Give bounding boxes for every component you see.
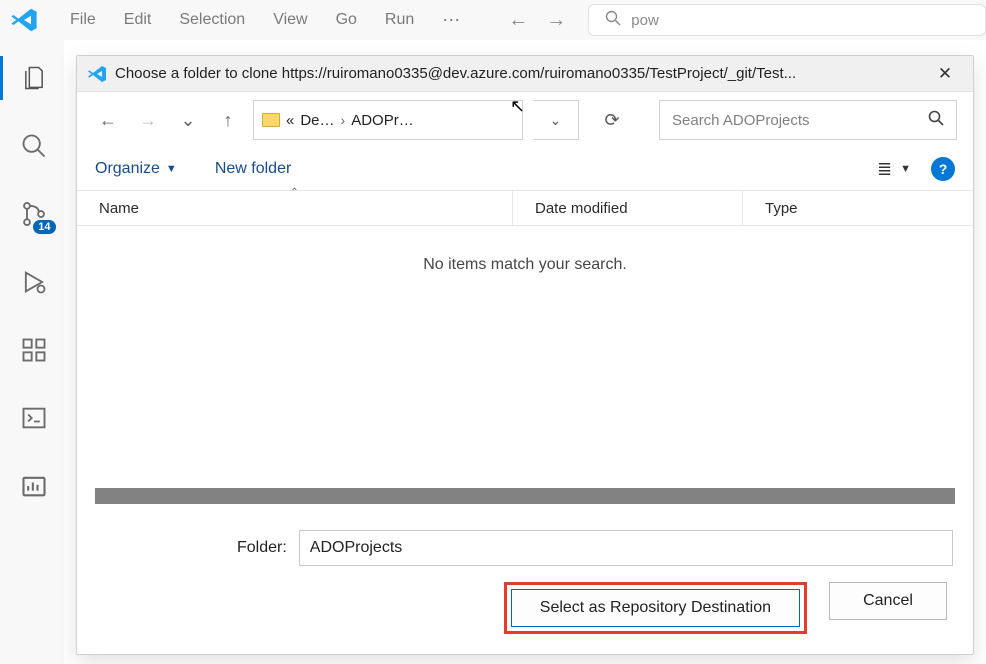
breadcrumb-seg1[interactable]: De…	[300, 112, 334, 129]
dialog-footer: Folder: Select as Repository Destination…	[77, 520, 973, 654]
menu-edit[interactable]: Edit	[110, 5, 166, 35]
annotation-highlight: Select as Repository Destination	[504, 582, 807, 634]
empty-state-message: No items match your search.	[423, 256, 627, 274]
sort-indicator-icon: ⌃	[290, 187, 298, 198]
nav-forward-icon[interactable]: →	[546, 9, 566, 32]
column-date-modified[interactable]: Date modified	[513, 191, 743, 225]
close-button[interactable]: ✕	[927, 59, 963, 89]
activity-bar: 14	[0, 40, 64, 664]
menu-more-icon[interactable]: ⋯	[428, 4, 474, 37]
search-placeholder-text: pow	[631, 12, 659, 29]
run-debug-icon[interactable]	[18, 266, 50, 298]
address-dropdown-button[interactable]: ⌄	[533, 100, 579, 140]
address-row: ← → ⌄ ↑ « De… › ADOPr… ⌄ ⟳ Search ADOPro…	[77, 92, 973, 148]
nav-forward-button[interactable]: →	[133, 105, 163, 135]
dialog-search-input[interactable]: Search ADOProjects	[659, 100, 957, 140]
folder-chooser-dialog: Choose a folder to clone https://ruiroma…	[76, 55, 974, 655]
menu-run[interactable]: Run	[371, 5, 428, 35]
vscode-menubar: File Edit Selection View Go Run ⋯ ← → po…	[0, 0, 986, 40]
file-list-body: No items match your search.	[77, 226, 973, 488]
search-placeholder: Search ADOProjects	[672, 112, 810, 129]
search-icon	[928, 110, 944, 130]
breadcrumb-ellipsis[interactable]: «	[286, 112, 294, 129]
menu-view[interactable]: View	[259, 5, 321, 35]
menu-file[interactable]: File	[56, 5, 110, 35]
organize-button[interactable]: Organize▼	[95, 160, 177, 178]
dialog-title: Choose a folder to clone https://ruiroma…	[115, 65, 927, 82]
address-breadcrumbs[interactable]: « De… › ADOPr…	[253, 100, 523, 140]
dialog-toolbar: Organize▼ New folder ≣ ▼ ?	[77, 148, 973, 190]
column-headers: Name ⌃ Date modified Type	[77, 190, 973, 226]
extensions-icon[interactable]	[18, 334, 50, 366]
nav-back-icon[interactable]: ←	[508, 9, 528, 32]
chevron-down-icon: ▼	[166, 163, 177, 175]
terminal-panel-icon[interactable]	[18, 402, 50, 434]
cancel-button[interactable]: Cancel	[829, 582, 947, 620]
folder-label: Folder:	[237, 539, 287, 557]
search-activity-icon[interactable]	[18, 130, 50, 162]
folder-icon	[262, 113, 280, 127]
refresh-button[interactable]: ⟳	[589, 100, 635, 140]
explorer-icon[interactable]	[18, 62, 50, 94]
menu-selection[interactable]: Selection	[165, 5, 259, 35]
dialog-titlebar: Choose a folder to clone https://ruiroma…	[77, 56, 973, 92]
view-mode-button[interactable]: ≣ ▼	[877, 159, 911, 180]
select-destination-button[interactable]: Select as Repository Destination	[511, 589, 800, 627]
horizontal-scrollbar[interactable]	[95, 488, 955, 504]
folder-name-input[interactable]	[299, 530, 953, 566]
help-button[interactable]: ?	[931, 157, 955, 181]
powerbi-icon[interactable]	[18, 470, 50, 502]
command-center-search[interactable]: pow	[588, 4, 986, 36]
nav-back-button[interactable]: ←	[93, 105, 123, 135]
vscode-logo-icon	[10, 6, 38, 34]
nav-recent-button[interactable]: ⌄	[173, 105, 203, 135]
source-control-icon[interactable]: 14	[18, 198, 50, 230]
menu-go[interactable]: Go	[322, 5, 371, 35]
list-view-icon: ≣	[877, 159, 892, 180]
new-folder-button[interactable]: New folder	[215, 160, 291, 178]
vscode-logo-icon	[87, 64, 107, 84]
breadcrumb-seg2[interactable]: ADOPr…	[351, 112, 414, 129]
search-icon	[605, 10, 621, 30]
chevron-down-icon: ▼	[900, 163, 911, 175]
chevron-right-icon: ›	[341, 112, 346, 128]
scm-badge: 14	[33, 220, 55, 234]
column-name[interactable]: Name ⌃	[77, 191, 513, 225]
column-type[interactable]: Type	[743, 191, 973, 225]
nav-up-button[interactable]: ↑	[213, 105, 243, 135]
